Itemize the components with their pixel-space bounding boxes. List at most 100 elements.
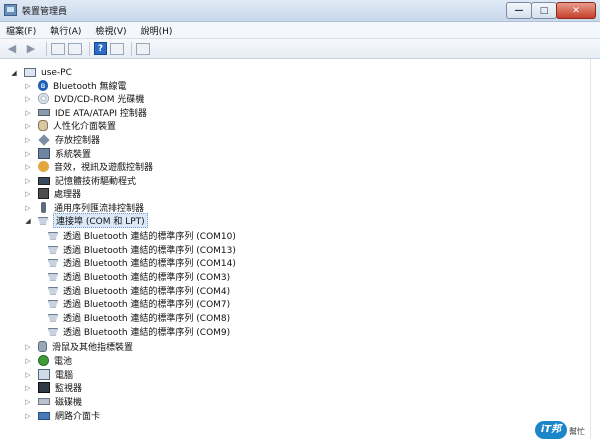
logo-bubble: iT邦 xyxy=(535,421,567,439)
expand-caret-icon[interactable]: ▷ xyxy=(24,357,32,365)
expand-caret-icon[interactable]: ▷ xyxy=(24,95,32,103)
ithome-logo: iT邦 幫忙 xyxy=(535,421,595,441)
help-icon[interactable]: ? xyxy=(94,42,107,55)
menu-help[interactable]: 說明(H) xyxy=(141,24,173,37)
port-item-label: 透過 Bluetooth 連結的標準序列 (COM13) xyxy=(63,246,236,256)
tree-item-memory[interactable]: ▷ 記憶體技術驅動程式 xyxy=(24,174,136,187)
forward-arrow-icon[interactable]: ▶ xyxy=(23,42,39,56)
port-icon xyxy=(48,313,58,322)
expand-caret-icon[interactable]: ▷ xyxy=(24,122,32,130)
port-item[interactable]: 透過 Bluetooth 連結的標準序列 (COM8) xyxy=(48,311,230,324)
expand-caret-icon[interactable]: ▷ xyxy=(24,384,32,392)
port-item[interactable]: 透過 Bluetooth 連結的標準序列 (COM13) xyxy=(48,243,236,256)
port-icon xyxy=(48,272,58,281)
tree-item-label: 處理器 xyxy=(54,190,82,200)
usb-icon xyxy=(41,202,46,213)
port-item-label: 透過 Bluetooth 連結的標準序列 (COM10) xyxy=(63,232,236,242)
tree-item-label: 系統裝置 xyxy=(55,150,92,160)
expand-caret-icon[interactable]: ▷ xyxy=(24,412,32,420)
show-hide-tree-icon[interactable] xyxy=(51,42,65,55)
port-item-label: 透過 Bluetooth 連結的標準序列 (COM4) xyxy=(63,287,231,297)
expand-caret-icon[interactable]: ▷ xyxy=(24,371,32,379)
back-arrow-icon[interactable]: ◀ xyxy=(4,42,20,56)
hid-icon xyxy=(38,120,48,131)
port-item[interactable]: 透過 Bluetooth 連結的標準序列 (COM3) xyxy=(48,270,230,283)
root-label: use-PC xyxy=(41,67,72,78)
logo-subtext: 幫忙 xyxy=(569,427,585,436)
tree-item-mouse[interactable]: ▷ 滑鼠及其他指標裝置 xyxy=(24,340,133,353)
collapse-caret-icon[interactable]: ◢ xyxy=(24,217,32,225)
expand-caret-icon[interactable]: ▷ xyxy=(24,343,32,351)
port-item[interactable]: 透過 Bluetooth 連結的標準序列 (COM14) xyxy=(48,256,236,269)
expand-caret-icon[interactable]: ▷ xyxy=(24,150,32,158)
menu-file[interactable]: 檔案(F) xyxy=(6,24,36,37)
memory-icon xyxy=(38,176,50,185)
toolbar-separator xyxy=(131,41,132,56)
close-button[interactable]: ✕ xyxy=(556,2,596,19)
expand-caret-icon[interactable]: ▷ xyxy=(24,82,32,90)
port-item[interactable]: 透過 Bluetooth 連結的標準序列 (COM9) xyxy=(48,325,230,338)
tree-item-storage[interactable]: ▷ 存放控制器 xyxy=(24,133,100,146)
tree-item-label: DVD/CD-ROM 光碟機 xyxy=(54,95,145,105)
tree-item-label: 電池 xyxy=(54,357,73,367)
ide-icon xyxy=(38,109,50,116)
tree-item-label: 人性化介面裝置 xyxy=(53,122,117,132)
tree-item-hid[interactable]: ▷ 人性化介面裝置 xyxy=(24,119,116,132)
tree-item-label: Bluetooth 無線電 xyxy=(53,82,127,92)
port-item-label: 透過 Bluetooth 連結的標準序列 (COM3) xyxy=(63,273,231,283)
expand-caret-icon[interactable]: ▷ xyxy=(24,177,32,185)
menu-view[interactable]: 檢視(V) xyxy=(95,24,126,37)
port-icon xyxy=(38,216,48,225)
disc-icon xyxy=(38,93,49,104)
system-icon xyxy=(38,148,50,159)
minimize-button[interactable]: — xyxy=(506,2,532,19)
expand-caret-icon[interactable]: ▷ xyxy=(24,190,32,198)
window-controls: — □ ✕ xyxy=(506,2,596,19)
tree-item-disk[interactable]: ▷ 磁碟機 xyxy=(24,395,83,409)
scan-hardware-icon[interactable] xyxy=(136,42,150,55)
port-icon xyxy=(48,231,58,240)
computer-icon xyxy=(24,68,36,77)
maximize-button[interactable]: □ xyxy=(531,2,557,19)
tree-item-ide[interactable]: ▷ IDE ATA/ATAPI 控制器 xyxy=(24,106,147,120)
port-item[interactable]: 透過 Bluetooth 連結的標準序列 (COM4) xyxy=(48,284,230,297)
properties-icon[interactable] xyxy=(68,42,82,55)
tree-item-dvd[interactable]: ▷ DVD/CD-ROM 光碟機 xyxy=(24,92,144,105)
tree-item-label: 網路介面卡 xyxy=(55,412,101,422)
port-icon xyxy=(48,258,58,267)
port-icon xyxy=(48,245,58,254)
tree-item-sound[interactable]: ▷ 音效，視訊及遊戲控制器 xyxy=(24,160,153,173)
expand-caret-icon[interactable]: ▷ xyxy=(24,109,32,117)
view-icon[interactable] xyxy=(110,42,124,55)
tree-item-monitor[interactable]: ▷ 監視器 xyxy=(24,381,82,394)
tree-item-label: 滑鼠及其他指標裝置 xyxy=(52,343,134,353)
tree-item-battery[interactable]: ▷ 電池 xyxy=(24,354,72,367)
expand-caret-icon[interactable]: ▷ xyxy=(24,398,32,406)
tree-item-system[interactable]: ▷ 系統裝置 xyxy=(24,147,91,160)
tree-item-processor[interactable]: ▷ 處理器 xyxy=(24,187,81,200)
tree-item-ports[interactable]: ◢ 連接埠 (COM 和 LPT) xyxy=(24,213,148,228)
tree-root[interactable]: ◢ use-PC xyxy=(10,66,72,79)
expand-caret-icon[interactable]: ▷ xyxy=(24,163,32,171)
expand-caret-icon[interactable]: ▷ xyxy=(24,204,32,212)
tree-item-label: 電腦 xyxy=(55,371,74,381)
expand-caret-icon[interactable]: ▷ xyxy=(24,136,32,144)
menu-action[interactable]: 執行(A) xyxy=(50,24,81,37)
network-icon xyxy=(38,411,50,420)
window-title: 裝置管理員 xyxy=(22,7,68,17)
computer-icon xyxy=(38,369,50,380)
tree-item-computer[interactable]: ▷ 電腦 xyxy=(24,368,73,381)
tree-item-label: 磁碟機 xyxy=(55,398,83,408)
tree-item-label: 音效，視訊及遊戲控制器 xyxy=(54,163,154,173)
port-item[interactable]: 透過 Bluetooth 連結的標準序列 (COM10) xyxy=(48,229,236,242)
menu-bar: 檔案(F) 執行(A) 檢視(V) 說明(H) xyxy=(0,22,600,39)
collapse-caret-icon[interactable]: ◢ xyxy=(10,69,18,77)
tree-item-network[interactable]: ▷ 網路介面卡 xyxy=(24,409,100,422)
monitor-icon xyxy=(38,382,50,393)
tree-item-bluetooth[interactable]: ▷ ʙ Bluetooth 無線電 xyxy=(24,79,127,92)
port-item-label: 透過 Bluetooth 連結的標準序列 (COM14) xyxy=(63,259,236,269)
disk-icon xyxy=(38,398,50,405)
toolbar-separator xyxy=(89,41,90,56)
battery-icon xyxy=(38,355,49,366)
port-item[interactable]: 透過 Bluetooth 連結的標準序列 (COM7) xyxy=(48,297,230,310)
